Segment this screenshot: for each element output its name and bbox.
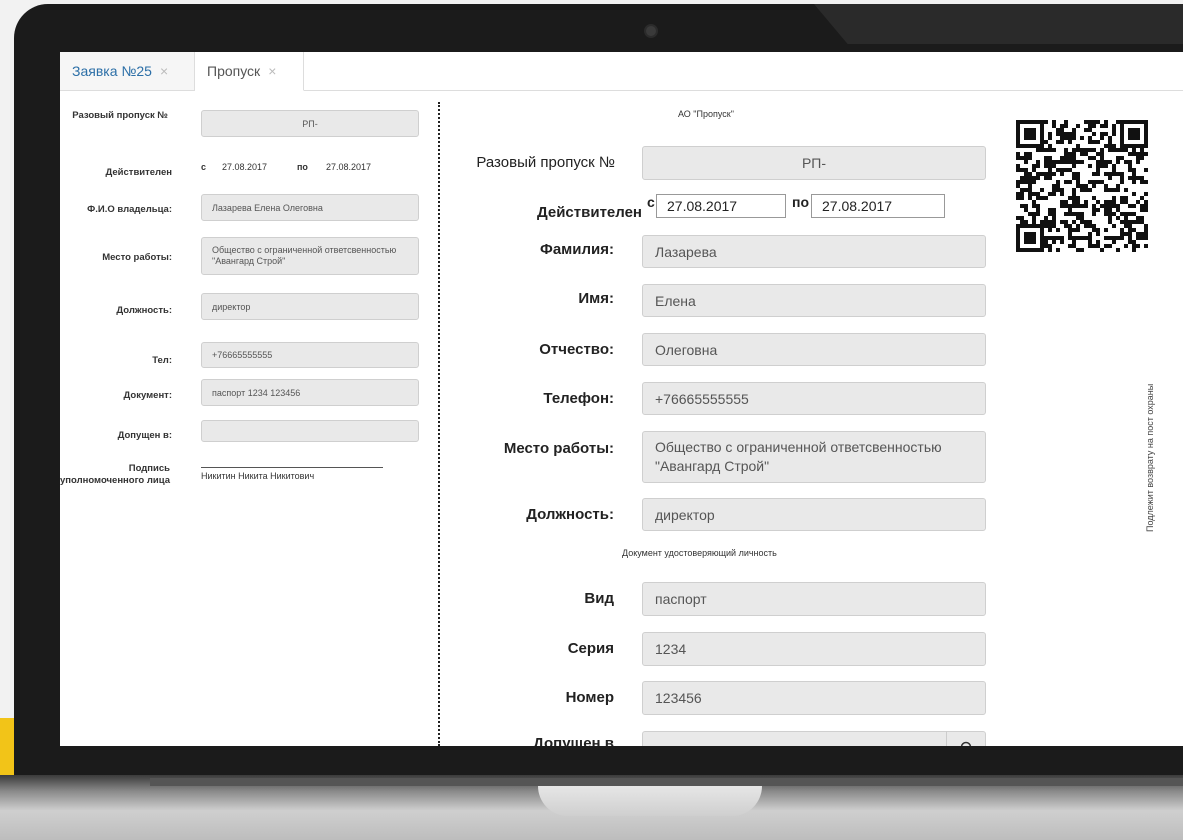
summary-valid-label: Действителен xyxy=(105,167,173,178)
search-icon[interactable] xyxy=(946,731,987,746)
valid-to-prefix: по xyxy=(792,194,810,210)
signature-line xyxy=(201,467,383,468)
tab-pass[interactable]: Пропуск × xyxy=(195,52,304,91)
cut-line-divider xyxy=(438,102,440,746)
summary-signature-label: Подпись уполномоченного лица xyxy=(60,463,170,486)
valid-from-field[interactable]: 27.08.2017 xyxy=(656,194,786,218)
summary-valid-to: 27.08.2017 xyxy=(326,162,372,172)
summary-admitted-label: Допущен в: xyxy=(117,430,172,441)
qr-code-icon xyxy=(1016,120,1148,252)
summary-admitted-field[interactable] xyxy=(201,420,419,442)
summary-owner-field[interactable]: Лазарева Елена Олеговна xyxy=(201,194,419,221)
valid-to-field[interactable]: 27.08.2017 xyxy=(811,194,945,218)
summary-pass-field[interactable]: РП- xyxy=(201,110,419,137)
admitted-label: Допущен в xyxy=(533,735,614,746)
valid-label: Действителен xyxy=(537,204,642,221)
summary-owner-label: Ф.И.О владельца: xyxy=(87,204,172,215)
app-screen: Заявка №25 × Пропуск × Разовый пропуск №… xyxy=(60,52,1183,746)
position-label: Должность: xyxy=(526,506,614,523)
webcam xyxy=(644,24,658,38)
number-field[interactable]: 123456 xyxy=(642,681,986,715)
summary-phone-field[interactable]: +76665555555 xyxy=(201,342,419,368)
lid-reflection xyxy=(814,4,1183,44)
organization-name: АО "Пропуск" xyxy=(678,109,734,119)
document-section-title: Документ удостоверяющий личность xyxy=(622,548,777,558)
surname-label: Фамилия: xyxy=(540,241,614,258)
doc-type-label: Вид xyxy=(584,590,614,607)
pass-number-field[interactable]: РП- xyxy=(642,146,986,180)
name-label: Имя: xyxy=(578,290,614,307)
summary-document-field[interactable]: паспорт 1234 123456 xyxy=(201,379,419,406)
laptop-notch xyxy=(538,786,762,816)
summary-panel: Разовый пропуск № РП- Действителен с 27.… xyxy=(60,90,435,746)
pass-number-label: Разовый пропуск № xyxy=(476,154,615,171)
work-field[interactable]: Общество с ограниченной ответсвенностью … xyxy=(642,431,986,483)
phone-field[interactable]: +76665555555 xyxy=(642,382,986,415)
admitted-field[interactable] xyxy=(642,731,986,746)
tab-pass-label: Пропуск xyxy=(207,63,261,79)
doc-type-field[interactable]: паспорт xyxy=(642,582,986,616)
name-field[interactable]: Елена xyxy=(642,284,986,317)
summary-work-field[interactable]: Общество с ограниченной ответсвенностью … xyxy=(201,237,419,275)
summary-position-field[interactable]: директор xyxy=(201,293,419,320)
close-icon[interactable]: × xyxy=(268,63,276,79)
series-label: Серия xyxy=(567,640,614,657)
patronymic-label: Отчество: xyxy=(539,341,614,358)
series-field[interactable]: 1234 xyxy=(642,632,986,666)
work-label: Место работы: xyxy=(503,440,614,457)
laptop-hinge xyxy=(150,778,1183,786)
surname-field[interactable]: Лазарева xyxy=(642,235,986,268)
tab-request[interactable]: Заявка №25 × xyxy=(60,52,195,90)
summary-valid-from-prefix: с xyxy=(201,162,207,172)
return-note: Подлежит возврату на пост охраны xyxy=(1145,383,1155,532)
summary-signature-value: Никитин Никита Никитович xyxy=(201,471,315,481)
summary-position-label: Должность: xyxy=(116,305,172,316)
tab-request-label: Заявка №25 xyxy=(72,63,152,79)
summary-document-label: Документ: xyxy=(123,390,172,401)
summary-phone-label: Тел: xyxy=(152,355,172,366)
close-icon[interactable]: × xyxy=(160,63,168,79)
summary-valid-to-prefix: по xyxy=(297,162,308,172)
phone-label: Телефон: xyxy=(543,390,614,407)
summary-valid-from: 27.08.2017 xyxy=(222,162,268,172)
patronymic-field[interactable]: Олеговна xyxy=(642,333,986,366)
summary-pass-label: Разовый пропуск № xyxy=(72,110,168,121)
position-field[interactable]: директор xyxy=(642,498,986,531)
tab-bar: Заявка №25 × Пропуск × xyxy=(60,52,1183,91)
number-label: Номер xyxy=(565,689,614,706)
summary-work-label: Место работы: xyxy=(102,252,172,263)
valid-from-prefix: с xyxy=(647,194,655,210)
